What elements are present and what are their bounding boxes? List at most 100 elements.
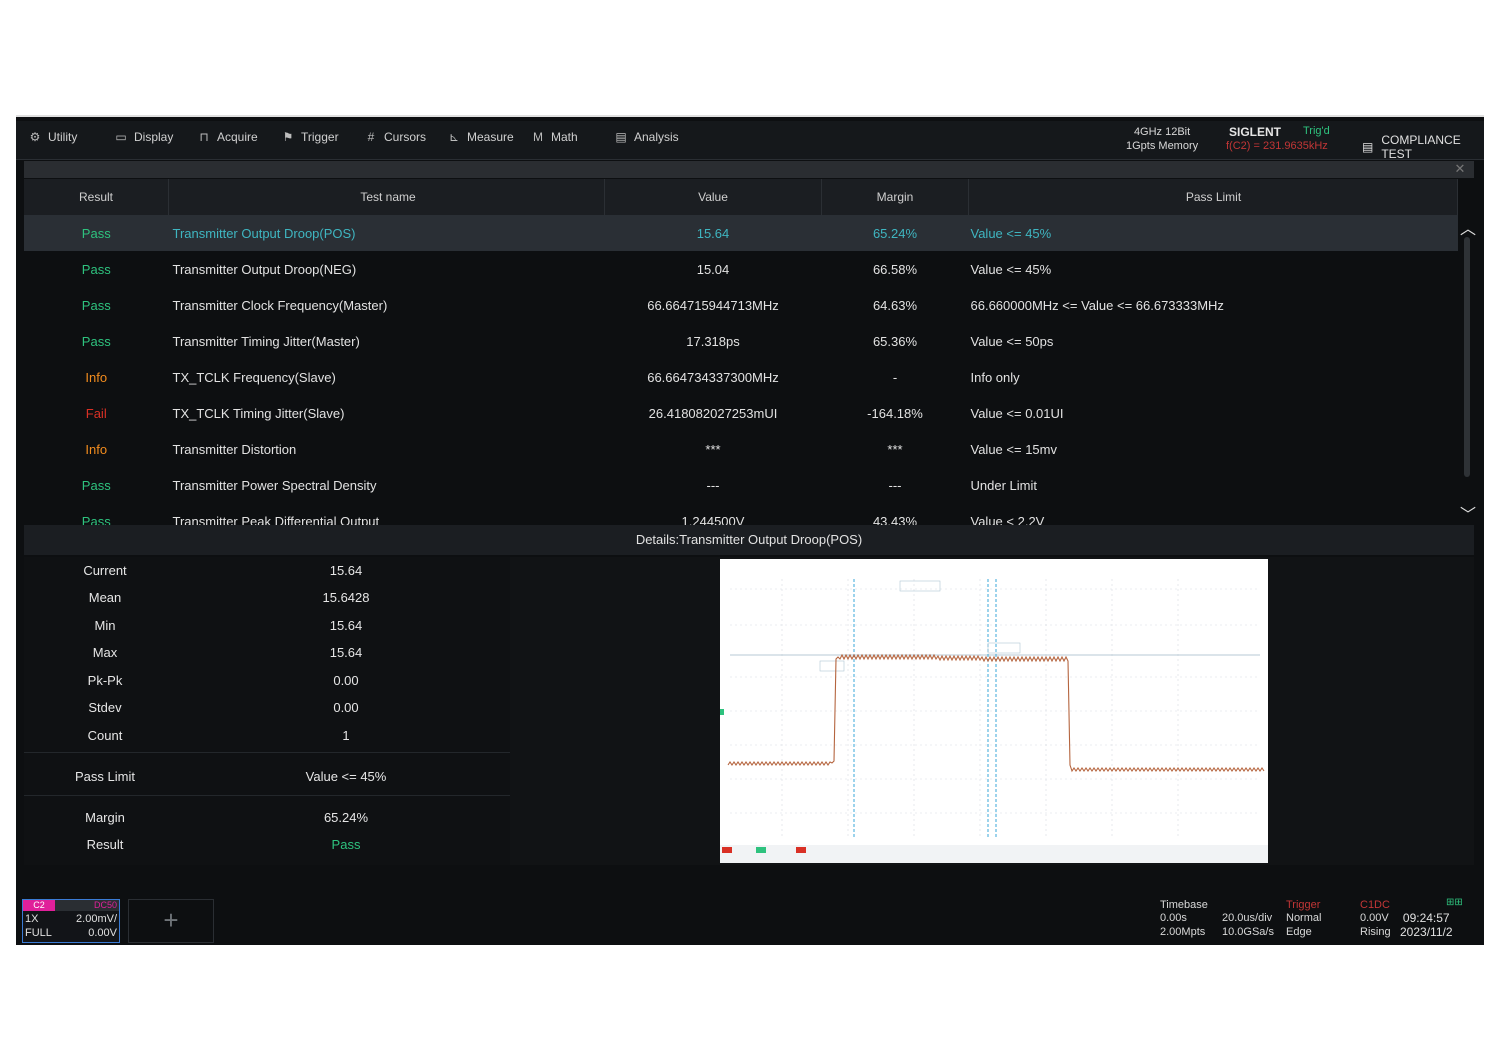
stat-value: 15.64 (329, 618, 363, 633)
pass-limit-cell: Under Limit (970, 477, 1037, 493)
header-pass-limit[interactable]: Pass Limit (968, 179, 1458, 215)
stat-value: 0.00 (333, 673, 359, 688)
menu-display[interactable]: ▭ Display (114, 130, 173, 144)
value-cell: 26.418082027253mUI (648, 405, 778, 421)
stat-value: 65.24% (323, 810, 369, 825)
divider (24, 795, 510, 796)
header-test-name[interactable]: Test name (168, 179, 605, 215)
table-row[interactable]: Pass Transmitter Clock Frequency(Master)… (24, 287, 1458, 323)
menu-label: Cursors (384, 130, 427, 144)
table-row[interactable]: Info TX_TCLK Frequency(Slave) 66.6647343… (24, 359, 1458, 395)
oscilloscope-screen: ⚙ Utility ▭ Display ⊓ Acquire ⚑ Trigger # Cur… (16, 115, 1484, 945)
pass-limit-cell: Value <= 0.01UI (970, 405, 1064, 421)
margin-cell: -164.18% (867, 405, 923, 421)
margin-cell: --- (888, 477, 902, 493)
trigger-slope: Rising (1360, 926, 1391, 938)
timebase-label[interactable]: Timebase (1160, 899, 1208, 911)
timebase-scale: 20.0us/div (1222, 912, 1273, 924)
stat-value: 15.64 (329, 563, 363, 578)
menu-trigger[interactable]: ⚑ Trigger (281, 130, 339, 144)
test-name-cell: Transmitter Timing Jitter(Master) (172, 333, 360, 349)
waveform-screenshot[interactable] (720, 559, 1268, 863)
scope-spec: 4GHz 12Bit 1Gpts Memory (1126, 125, 1198, 153)
compliance-test-button[interactable]: ▤ COMPLIANCE TEST (1362, 133, 1484, 161)
channel-marker (796, 847, 806, 853)
cursor-label (899, 580, 941, 592)
header-margin[interactable]: Margin (821, 179, 969, 215)
menu-label: Analysis (634, 130, 679, 144)
table-row[interactable]: Pass Transmitter Output Droop(NEG) 15.04… (24, 251, 1458, 287)
header-value[interactable]: Value (604, 179, 822, 215)
menu-label: Acquire (217, 130, 258, 144)
scrollbar[interactable] (1464, 237, 1470, 477)
menu-label: Utility (48, 130, 78, 144)
menu-bar: ⚙ Utility ▭ Display ⊓ Acquire ⚑ Trigger # Cur… (16, 121, 1484, 161)
result-cell: Info (85, 369, 108, 385)
stat-label: Max (92, 645, 118, 660)
menu-label: Trigger (301, 130, 339, 144)
channel-name: C2 (23, 900, 55, 911)
compliance-label: COMPLIANCE TEST (1381, 133, 1461, 161)
test-name-cell: Transmitter Distortion (172, 441, 297, 457)
test-name-cell: TX_TCLK Frequency(Slave) (172, 369, 336, 385)
table-row[interactable]: Pass Transmitter Output Droop(POS) 15.64… (24, 215, 1458, 251)
table-row[interactable]: Fail TX_TCLK Timing Jitter(Slave) 26.418… (24, 395, 1458, 431)
timebase-sample-rate: 10.0GSa/s (1222, 926, 1274, 938)
stat-label: Margin (85, 810, 125, 825)
margin-cell: 64.63% (872, 297, 918, 313)
waveform-plot (720, 579, 1268, 863)
timebase-memory: 2.00Mpts (1160, 926, 1206, 938)
trigger-label[interactable]: Trigger (1286, 899, 1320, 911)
pass-limit-cell: Value <= 45% (968, 215, 1458, 251)
test-name-cell: TX_TCLK Timing Jitter(Slave) (172, 405, 345, 421)
menu-measure[interactable]: ⊾ Measure (447, 130, 514, 144)
menu-acquire[interactable]: ⊓ Acquire (197, 130, 258, 144)
menu-cursors[interactable]: # Cursors (364, 130, 426, 144)
brand-logo: SIGLENT (1229, 125, 1282, 139)
header-result[interactable]: Result (24, 179, 169, 215)
margin-cell: 65.36% (872, 333, 918, 349)
gear-icon: ⚙ (29, 130, 41, 144)
stat-label: Mean (88, 590, 122, 605)
result-cell: Pass (81, 333, 111, 349)
test-name-cell: Transmitter Clock Frequency(Master) (172, 297, 388, 313)
margin-cell: *** (887, 441, 903, 457)
menu-analysis[interactable]: ▤ Analysis (614, 130, 679, 144)
pass-limit-cell: Value <= 45% (970, 261, 1052, 277)
trigger-level: 0.00V (1360, 912, 1389, 924)
results-table: Result Test name Value Margin Pass Limit… (24, 179, 1458, 539)
value-cell: 66.664715944713MHz (647, 297, 779, 313)
chevron-up-icon[interactable]: ︿ (1460, 215, 1476, 239)
grid (730, 579, 1260, 839)
value-cell: 66.664734337300MHz (647, 369, 779, 385)
result-cell: Pass (81, 261, 111, 277)
test-name-cell: Transmitter Power Spectral Density (172, 477, 377, 493)
table-row[interactable]: Pass Transmitter Power Spectral Density … (24, 467, 1458, 503)
add-channel-button[interactable]: + (128, 899, 214, 943)
result-cell: Pass (81, 297, 111, 313)
result-cell: Fail (85, 405, 107, 421)
margin-cell: - (892, 369, 898, 385)
frequency-readout: f(C2) = 231.9635kHz (1226, 140, 1328, 152)
panel-header: ✕ (24, 161, 1474, 178)
channel-probe: 1X (25, 913, 39, 925)
stat-label: Pass Limit (75, 769, 135, 784)
timebase-delay: 0.00s (1160, 912, 1187, 924)
stat-value: Pass (331, 837, 361, 852)
chevron-down-icon[interactable]: ﹀ (1460, 501, 1476, 525)
divider (24, 752, 510, 753)
stat-label: Min (94, 618, 116, 633)
table-header: Result Test name Value Margin Pass Limit (24, 179, 1458, 215)
channel-c2-box[interactable]: C2 DC50 1X 2.00mV/ FULL 0.00V (22, 899, 120, 943)
menu-utility[interactable]: ⚙ Utility (28, 130, 78, 144)
menu-math[interactable]: M Math (531, 130, 578, 144)
trigger-state: Trig'd (1303, 125, 1330, 137)
close-icon[interactable]: ✕ (1452, 161, 1468, 177)
trigger-mode: Normal (1286, 912, 1322, 924)
flag-icon: ⚑ (282, 130, 294, 144)
table-row[interactable]: Pass Transmitter Timing Jitter(Master) 1… (24, 323, 1458, 359)
document-icon: ▤ (1362, 140, 1374, 154)
table-row[interactable]: Info Transmitter Distortion *** *** Valu… (24, 431, 1458, 467)
clock-date: 2023/11/2 (1400, 925, 1453, 939)
cursors-icon: # (367, 130, 375, 144)
